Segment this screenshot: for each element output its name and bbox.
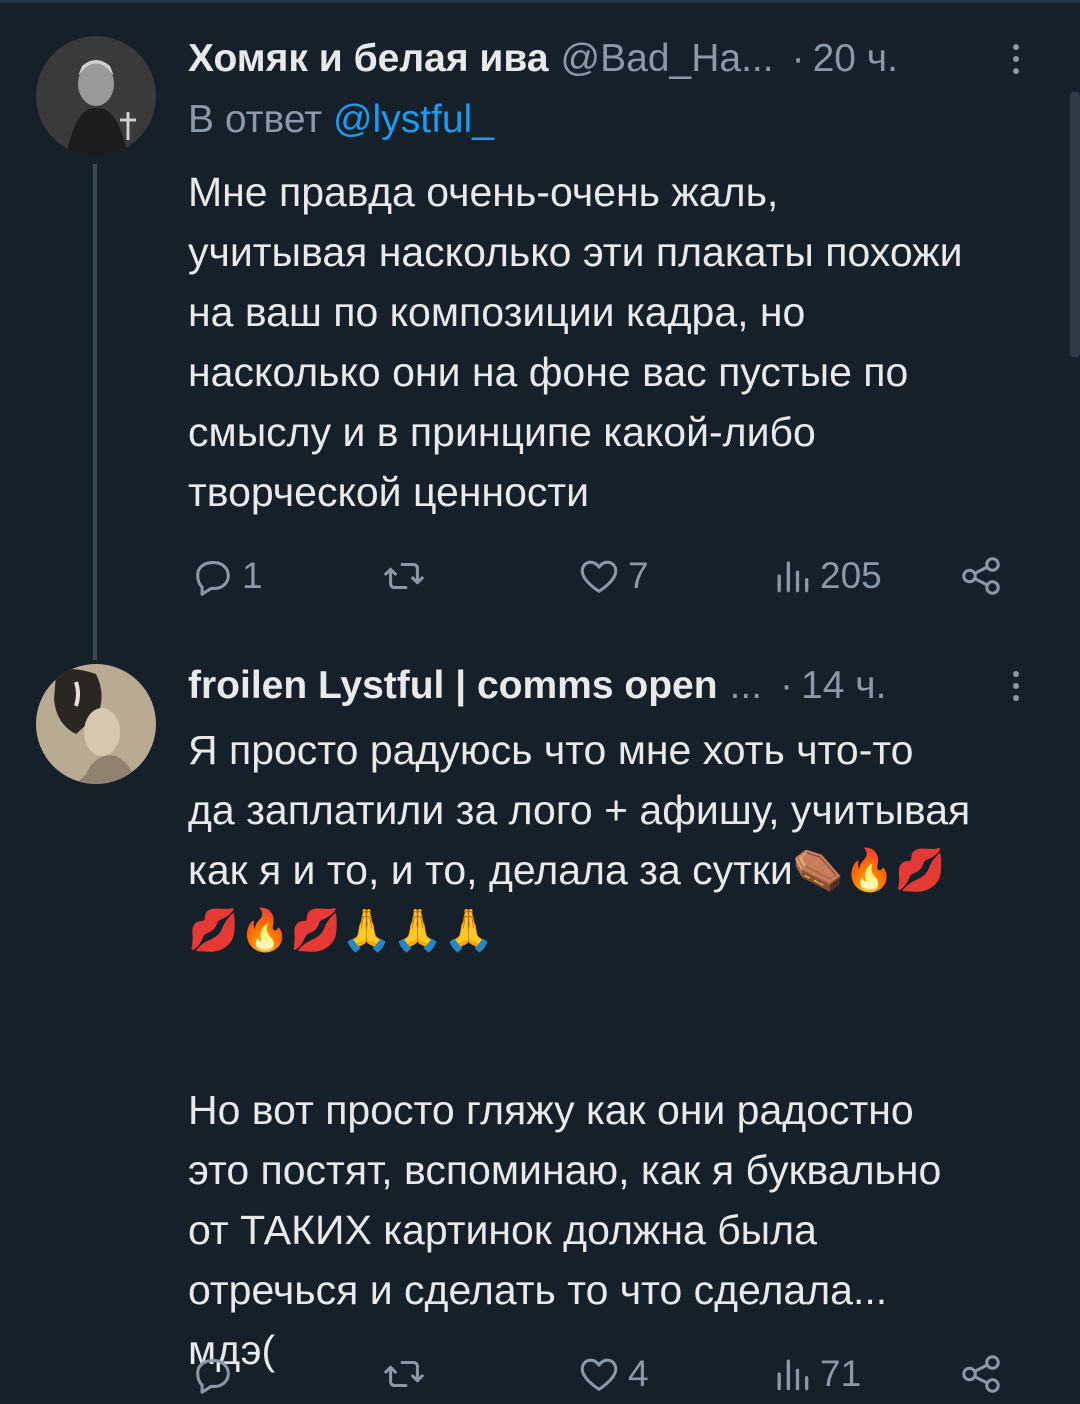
views-button[interactable]: 71 xyxy=(770,1344,861,1404)
top-divider xyxy=(0,0,1080,3)
avatar[interactable] xyxy=(36,664,156,784)
share-icon xyxy=(962,557,1000,595)
reply-button[interactable] xyxy=(190,1344,242,1404)
separator-dot: · xyxy=(780,664,794,707)
timestamp[interactable]: 20 ч. xyxy=(813,37,898,81)
display-name[interactable]: Хомяк и белая ива xyxy=(188,37,549,81)
views-icon xyxy=(777,1359,809,1391)
user-handle[interactable]: ... xyxy=(730,664,763,708)
share-icon xyxy=(962,1355,1000,1393)
retweet-icon xyxy=(384,562,424,590)
retweet-button[interactable] xyxy=(380,546,434,606)
retweet-button[interactable] xyxy=(380,1344,434,1404)
reply-mention-link[interactable]: @lystful_ xyxy=(333,98,494,141)
tweet-header: froilen Lystful | comms open ... · 14 ч. xyxy=(188,662,1040,710)
tweet-text: Мне правда очень-очень жаль, учитывая на… xyxy=(188,169,963,515)
views-button[interactable]: 205 xyxy=(770,546,882,606)
action-bar: 1 7 205 xyxy=(190,546,1020,606)
views-icon xyxy=(777,561,809,593)
reply-icon xyxy=(196,561,230,596)
reply-button[interactable]: 1 xyxy=(190,546,263,606)
views-count: 71 xyxy=(820,1353,862,1394)
views-count: 205 xyxy=(820,555,882,596)
like-icon xyxy=(580,1358,618,1391)
like-count: 7 xyxy=(628,555,649,596)
like-count: 4 xyxy=(628,1353,649,1394)
tweet-text: Я просто радуюсь что мне хоть что-то да … xyxy=(188,727,971,1373)
like-button[interactable]: 4 xyxy=(576,1344,649,1404)
reply-prefix: В ответ xyxy=(188,98,323,141)
avatar[interactable] xyxy=(36,36,156,156)
reply-icon xyxy=(196,1359,230,1394)
tweet-header: Хомяк и белая ива @Bad_Ha... · 20 ч. xyxy=(188,35,1040,83)
user-handle[interactable]: @Bad_Ha... xyxy=(561,37,774,81)
thread-line xyxy=(93,164,97,660)
reply-count: 1 xyxy=(242,555,263,596)
like-icon xyxy=(580,560,618,593)
retweet-icon xyxy=(384,1360,424,1388)
like-button[interactable]: 7 xyxy=(576,546,649,606)
separator-dot: · xyxy=(791,37,805,80)
action-bar: 4 71 xyxy=(190,1344,1020,1404)
share-button[interactable] xyxy=(958,546,1004,606)
more-icon[interactable] xyxy=(1006,35,1026,83)
more-icon[interactable] xyxy=(1006,662,1026,710)
reply-context: В ответ @lystful_ xyxy=(188,98,494,142)
scrollbar[interactable] xyxy=(1070,92,1080,357)
share-button[interactable] xyxy=(958,1344,1004,1404)
display-name[interactable]: froilen Lystful | comms open xyxy=(188,664,718,708)
timestamp[interactable]: 14 ч. xyxy=(801,664,886,708)
